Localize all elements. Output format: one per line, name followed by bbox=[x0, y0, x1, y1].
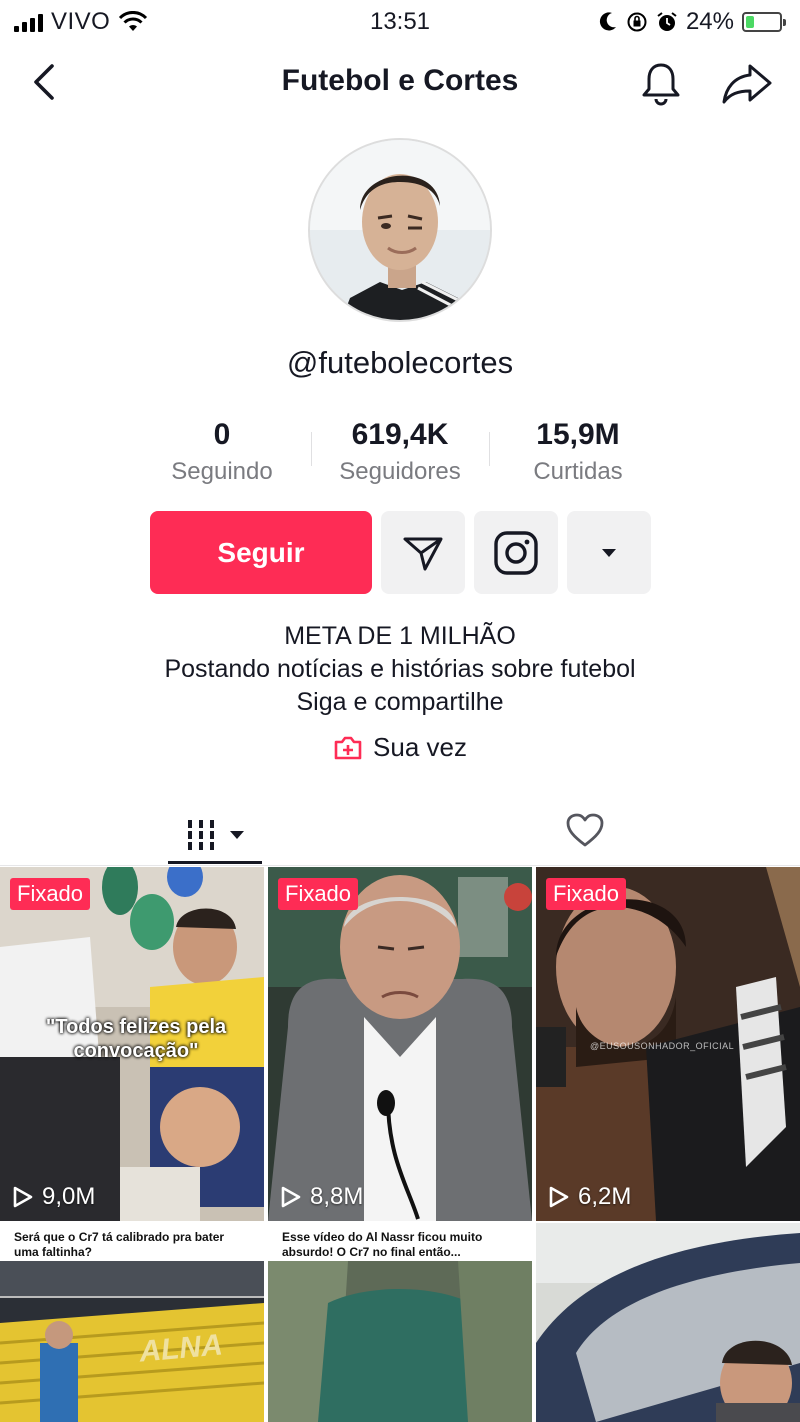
video-caption: Esse vídeo do Al Nassr ficou muito absur… bbox=[268, 1223, 532, 1261]
video-thumbnail[interactable]: Será que o Cr7 tá calibrado pra bater um… bbox=[0, 1223, 264, 1422]
tab-liked[interactable] bbox=[560, 805, 610, 855]
tabs-divider bbox=[0, 865, 800, 866]
video-thumbnail-image bbox=[536, 1223, 800, 1422]
nav-bar: Futebol e Cortes bbox=[0, 50, 800, 112]
add-yours-link[interactable]: Sua vez bbox=[0, 732, 800, 763]
view-count: 9,0M bbox=[12, 1183, 95, 1211]
pinned-badge: Fixado bbox=[546, 878, 627, 910]
tab-videos[interactable] bbox=[170, 805, 262, 865]
video-overlay-text: "Todos felizes pela convocação" bbox=[45, 1016, 227, 1062]
stat-followers-label: Seguidores bbox=[339, 458, 461, 485]
caret-down-icon bbox=[602, 548, 616, 557]
message-button[interactable] bbox=[381, 511, 465, 594]
video-grid-icon bbox=[188, 820, 214, 850]
play-icon bbox=[13, 1186, 33, 1208]
view-count: 8,8M bbox=[280, 1183, 363, 1211]
moon-icon bbox=[599, 12, 616, 31]
battery-fill bbox=[746, 16, 754, 28]
stat-following[interactable]: 0 Seguindo bbox=[133, 418, 311, 486]
stat-following-value: 0 bbox=[213, 418, 231, 451]
stat-likes-label: Curtidas bbox=[533, 458, 623, 485]
bio-line: Siga e compartilhe bbox=[296, 688, 504, 716]
status-right: 24% bbox=[598, 8, 786, 36]
more-dropdown-button[interactable] bbox=[567, 511, 651, 594]
video-thumbnail[interactable]: Esse vídeo do Al Nassr ficou muito absur… bbox=[268, 1223, 532, 1422]
instagram-button[interactable] bbox=[474, 511, 558, 594]
stat-likes-value: 15,9M bbox=[536, 418, 620, 451]
video-thumbnail[interactable]: "Todos felizes pela convocação" Fixado 9… bbox=[0, 867, 264, 1221]
avatar[interactable] bbox=[308, 138, 492, 322]
follow-button[interactable]: Seguir bbox=[150, 511, 372, 594]
add-yours-label: Sua vez bbox=[373, 732, 467, 762]
video-thumbnail[interactable] bbox=[536, 1223, 800, 1422]
alarm-icon bbox=[657, 12, 677, 31]
rotation-lock-icon bbox=[627, 12, 647, 32]
pinned-badge: Fixado bbox=[278, 878, 359, 910]
heart-icon bbox=[566, 813, 604, 847]
bio-line: META DE 1 MILHÃO bbox=[284, 622, 516, 650]
play-icon bbox=[549, 1186, 569, 1208]
stat-following-label: Seguindo bbox=[171, 458, 273, 485]
play-icon bbox=[281, 1186, 301, 1208]
bio-line: Postando notícias e histórias sobre fute… bbox=[164, 655, 636, 683]
view-count-text: 8,8M bbox=[310, 1183, 364, 1210]
view-count: 6,2M bbox=[548, 1183, 631, 1211]
pinned-badge: Fixado bbox=[10, 878, 91, 910]
video-thumbnail[interactable]: @EUSOUSONHADOR_OFICIAL Fixado 6,2M bbox=[536, 867, 800, 1221]
view-count-text: 9,0M bbox=[42, 1183, 96, 1210]
stat-followers-value: 619,4K bbox=[351, 418, 449, 451]
video-watermark: @EUSOUSONHADOR_OFICIAL bbox=[590, 1041, 735, 1051]
video-caption: Será que o Cr7 tá calibrado pra bater um… bbox=[0, 1223, 264, 1261]
bell-icon[interactable] bbox=[636, 58, 686, 108]
view-count-text: 6,2M bbox=[578, 1183, 632, 1210]
send-icon bbox=[403, 537, 443, 570]
video-thumbnail[interactable]: Fixado 8,8M bbox=[268, 867, 532, 1221]
video-thumbnail-image bbox=[268, 867, 532, 1221]
active-tab-indicator bbox=[168, 861, 262, 864]
status-bar: VIVO 13:51 24% bbox=[0, 0, 800, 44]
share-icon[interactable] bbox=[716, 58, 776, 108]
battery-percent: 24% bbox=[685, 8, 734, 35]
avatar-photo bbox=[310, 140, 490, 320]
bio: META DE 1 MILHÃO Postando notícias e his… bbox=[0, 620, 800, 719]
caret-down-icon bbox=[230, 831, 244, 839]
instagram-icon bbox=[494, 530, 538, 575]
stat-likes[interactable]: 15,9M Curtidas bbox=[489, 418, 667, 486]
battery-icon bbox=[742, 12, 786, 32]
camera-plus-icon bbox=[334, 736, 362, 759]
stat-followers[interactable]: 619,4K Seguidores bbox=[311, 418, 489, 486]
username: @futebolecortes bbox=[286, 345, 514, 380]
